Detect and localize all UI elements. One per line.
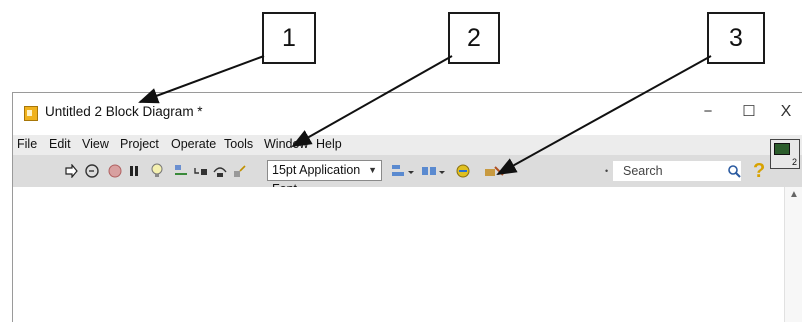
search-icon[interactable]: [727, 164, 741, 178]
vi-screen-icon: [774, 143, 790, 155]
search-input[interactable]: • Search: [605, 161, 741, 181]
pause-icon[interactable]: [126, 163, 142, 179]
menu-file[interactable]: File: [17, 137, 37, 151]
menu-bar: File Edit View Project Operate Tools Win…: [13, 135, 802, 155]
callout-3: 3: [707, 12, 765, 64]
vertical-scrollbar[interactable]: ▲: [784, 187, 802, 322]
toolbar: 15pt Application Font ▼ • Search ?: [13, 155, 802, 196]
labview-app-icon: [24, 106, 38, 121]
vi-icon[interactable]: 2: [770, 139, 800, 169]
run-continuously-icon[interactable]: [84, 163, 100, 179]
scroll-up-icon[interactable]: ▲: [789, 189, 799, 200]
close-button[interactable]: X: [771, 101, 801, 123]
distribute-objects-icon[interactable]: [420, 163, 446, 179]
block-diagram-canvas[interactable]: [13, 187, 802, 322]
step-over-icon[interactable]: [212, 163, 228, 179]
block-diagram-window: Untitled 2 Block Diagram * − ☐ X File Ed…: [12, 92, 802, 322]
chevron-down-icon: ▼: [368, 165, 377, 175]
retain-wire-values-icon[interactable]: [173, 163, 189, 179]
align-objects-icon[interactable]: [390, 163, 416, 179]
step-out-icon[interactable]: [232, 163, 248, 179]
vi-icon-number: 2: [791, 157, 797, 167]
callout-1: 1: [262, 12, 316, 64]
menu-project[interactable]: Project: [120, 137, 159, 151]
minimize-button[interactable]: −: [693, 101, 723, 123]
menu-edit[interactable]: Edit: [49, 137, 71, 151]
abort-icon[interactable]: [107, 163, 123, 179]
reorder-icon[interactable]: [483, 163, 507, 179]
run-arrow-icon[interactable]: [63, 163, 79, 179]
clean-up-diagram-icon[interactable]: [455, 163, 477, 179]
step-into-icon[interactable]: [193, 163, 209, 179]
title-bar[interactable]: Untitled 2 Block Diagram * − ☐ X: [13, 93, 802, 133]
help-icon[interactable]: ?: [753, 160, 765, 183]
highlight-execution-icon[interactable]: [149, 163, 165, 179]
callout-2: 2: [448, 12, 500, 64]
font-select[interactable]: 15pt Application Font ▼: [267, 160, 382, 196]
maximize-button[interactable]: ☐: [734, 101, 764, 123]
menu-operate[interactable]: Operate: [171, 137, 216, 151]
window-title: Untitled 2 Block Diagram *: [45, 104, 203, 119]
menu-tools[interactable]: Tools: [224, 137, 253, 151]
menu-window[interactable]: Window: [264, 137, 308, 151]
search-dropdown-icon[interactable]: •: [605, 161, 608, 181]
menu-view[interactable]: View: [82, 137, 109, 151]
search-placeholder: Search: [623, 164, 663, 178]
menu-help[interactable]: Help: [316, 137, 342, 151]
